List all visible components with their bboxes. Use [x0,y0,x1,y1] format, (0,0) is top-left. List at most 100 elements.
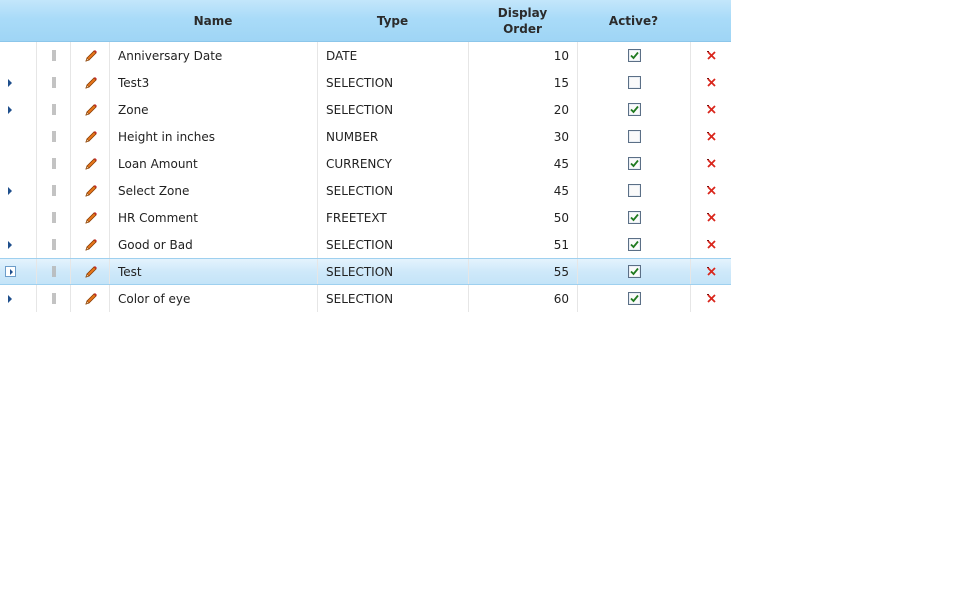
table-row[interactable]: Test3 SELECTION 15 [0,69,731,96]
delete-cell [690,177,732,204]
drag-handle[interactable] [36,96,71,123]
delete-x-icon[interactable] [706,239,717,250]
drag-grip-icon[interactable] [52,77,56,88]
expander-cell[interactable] [0,69,36,96]
type-cell: SELECTION [317,69,469,96]
delete-cell [690,150,732,177]
drag-handle[interactable] [36,177,71,204]
expander-cell[interactable] [0,285,36,312]
active-cell [577,231,691,258]
drag-grip-icon[interactable] [52,104,56,115]
active-checkbox[interactable] [628,157,641,170]
drag-grip-icon[interactable] [52,185,56,196]
pencil-icon[interactable] [84,238,98,252]
active-checkbox[interactable] [628,292,641,305]
active-checkbox[interactable] [628,49,641,62]
attribute-type: SELECTION [326,183,394,198]
drag-grip-icon[interactable] [52,131,56,142]
delete-x-icon[interactable] [706,185,717,196]
expander-cell[interactable] [0,96,36,123]
table-row[interactable]: Color of eye SELECTION 60 [0,285,731,312]
attribute-name: Anniversary Date [118,48,223,63]
pencil-icon[interactable] [84,49,98,63]
display-order-value: 20 [553,102,569,117]
delete-cell [690,259,732,284]
active-cell [577,96,691,123]
drag-handle[interactable] [36,69,71,96]
grid-body: Anniversary Date DATE 10 Test3 SELECTION… [0,42,731,312]
pencil-icon[interactable] [84,103,98,117]
delete-x-icon[interactable] [706,212,717,223]
display-order-cell: 51 [468,231,578,258]
pencil-icon[interactable] [84,130,98,144]
table-row[interactable]: Select Zone SELECTION 45 [0,177,731,204]
table-row[interactable]: Zone SELECTION 20 [0,96,731,123]
active-cell [577,285,691,312]
table-row[interactable]: HR Comment FREETEXT 50 [0,204,731,231]
expand-arrow-icon[interactable] [5,266,16,277]
display-order-cell: 60 [468,285,578,312]
drag-grip-icon[interactable] [52,212,56,223]
delete-x-icon[interactable] [706,131,717,142]
active-checkbox[interactable] [628,76,641,89]
pencil-icon[interactable] [84,292,98,306]
edit-cell [70,204,110,231]
display-order-value: 45 [553,156,569,171]
table-row[interactable]: Good or Bad SELECTION 51 [0,231,731,258]
pencil-icon[interactable] [84,157,98,171]
expander-cell [0,204,36,231]
active-checkbox[interactable] [628,238,641,251]
attribute-type: SELECTION [326,237,394,252]
delete-x-icon[interactable] [706,50,717,61]
pencil-icon[interactable] [84,265,98,279]
drag-handle[interactable] [36,259,71,284]
expand-arrow-icon[interactable] [8,186,12,195]
drag-handle[interactable] [36,231,71,258]
active-checkbox[interactable] [628,265,641,278]
drag-grip-icon[interactable] [52,239,56,250]
drag-grip-icon[interactable] [52,50,56,61]
expander-cell [0,123,36,150]
delete-x-icon[interactable] [706,77,717,88]
drag-handle[interactable] [36,150,71,177]
active-cell [577,150,691,177]
table-row[interactable]: Anniversary Date DATE 10 [0,42,731,69]
pencil-icon[interactable] [84,184,98,198]
expander-cell [0,150,36,177]
column-header-type[interactable]: Type [317,0,468,41]
table-row[interactable]: Loan Amount CURRENCY 45 [0,150,731,177]
delete-x-icon[interactable] [706,266,717,277]
drag-grip-icon[interactable] [52,293,56,304]
expander-cell[interactable] [0,259,36,284]
delete-x-icon[interactable] [706,293,717,304]
expander-cell[interactable] [0,231,36,258]
column-header-display-order[interactable]: Display Order [468,0,577,41]
table-row[interactable]: Height in inches NUMBER 30 [0,123,731,150]
expand-arrow-icon[interactable] [8,240,12,249]
drag-handle[interactable] [36,123,71,150]
expand-arrow-icon[interactable] [8,294,12,303]
expand-arrow-icon[interactable] [8,105,12,114]
delete-x-icon[interactable] [706,158,717,169]
display-order-cell: 55 [468,259,578,284]
active-checkbox[interactable] [628,211,641,224]
active-checkbox[interactable] [628,184,641,197]
active-checkbox[interactable] [628,103,641,116]
column-header-name[interactable]: Name [109,0,317,41]
drag-grip-icon[interactable] [52,266,56,277]
pencil-icon[interactable] [84,211,98,225]
table-row[interactable]: Test SELECTION 55 [0,258,731,285]
drag-handle[interactable] [36,42,71,69]
drag-handle[interactable] [36,285,71,312]
active-checkbox[interactable] [628,130,641,143]
expand-arrow-icon[interactable] [8,78,12,87]
drag-handle[interactable] [36,204,71,231]
name-cell: Good or Bad [109,231,318,258]
expander-cell[interactable] [0,177,36,204]
drag-grip-icon[interactable] [52,158,56,169]
name-cell: HR Comment [109,204,318,231]
attribute-name: Loan Amount [118,156,198,171]
pencil-icon[interactable] [84,76,98,90]
delete-x-icon[interactable] [706,104,717,115]
column-header-active[interactable]: Active? [577,0,690,41]
